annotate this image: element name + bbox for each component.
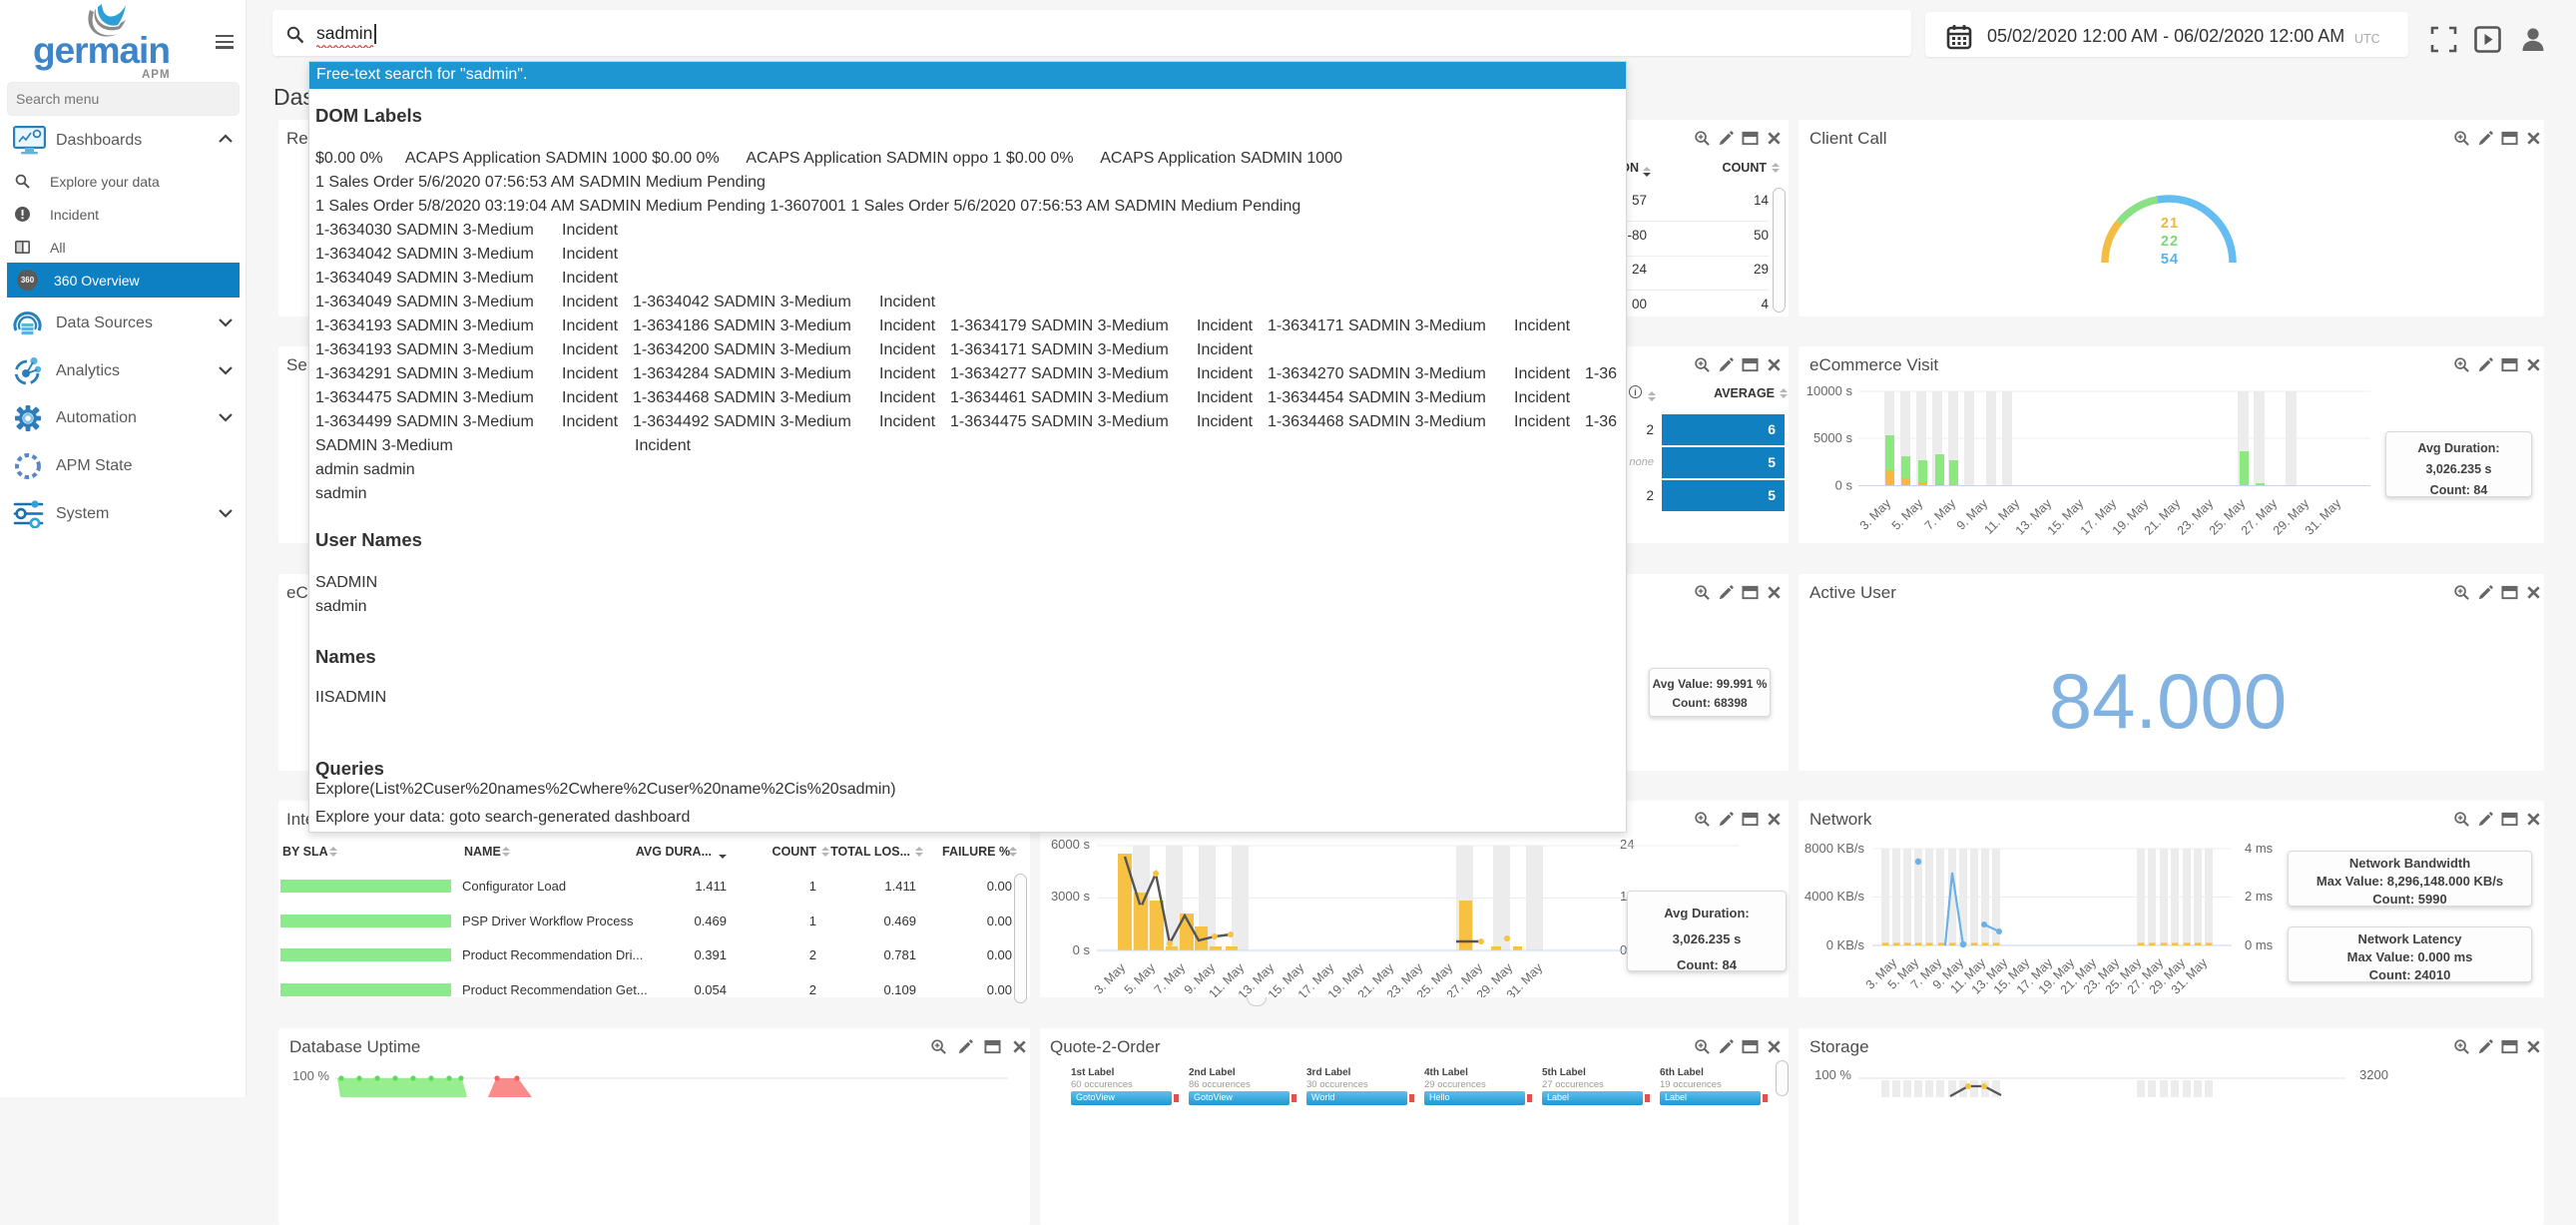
svg-text:100 %: 100 % [292, 1068, 329, 1083]
svg-text:31. May: 31. May [2303, 496, 2344, 538]
svg-text:0 s: 0 s [1073, 942, 1091, 957]
svg-text:4 ms: 4 ms [2245, 841, 2274, 856]
svg-text:3. May: 3. May [1857, 496, 1894, 533]
svg-text:7. May: 7. May [1152, 960, 1189, 997]
svg-text:8000 KB/s: 8000 KB/s [1804, 841, 1864, 856]
svg-text:0 ms: 0 ms [2245, 937, 2274, 952]
svg-text:5000 s: 5000 s [1813, 430, 1853, 445]
svg-text:3200: 3200 [2359, 1067, 2388, 1082]
svg-text:54: 54 [2161, 252, 2179, 267]
svg-text:10000 s: 10000 s [1806, 383, 1853, 398]
svg-text:7. May: 7. May [1922, 496, 1959, 533]
svg-text:3000 s: 3000 s [1051, 889, 1091, 904]
svg-text:6000 s: 6000 s [1051, 837, 1091, 852]
svg-text:100 %: 100 % [1814, 1067, 1851, 1082]
svg-text:2 ms: 2 ms [2245, 889, 2274, 904]
svg-text:0 KB/s: 0 KB/s [1826, 937, 1865, 952]
svg-text:5. May: 5. May [1889, 496, 1926, 533]
svg-text:3. May: 3. May [1092, 960, 1129, 997]
svg-text:24: 24 [1620, 837, 1634, 852]
svg-text:5. May: 5. May [1122, 960, 1159, 997]
svg-text:0 s: 0 s [1835, 478, 1853, 493]
svg-text:21: 21 [2161, 216, 2179, 232]
svg-text:22: 22 [2161, 234, 2179, 250]
svg-text:4000 KB/s: 4000 KB/s [1804, 889, 1864, 904]
